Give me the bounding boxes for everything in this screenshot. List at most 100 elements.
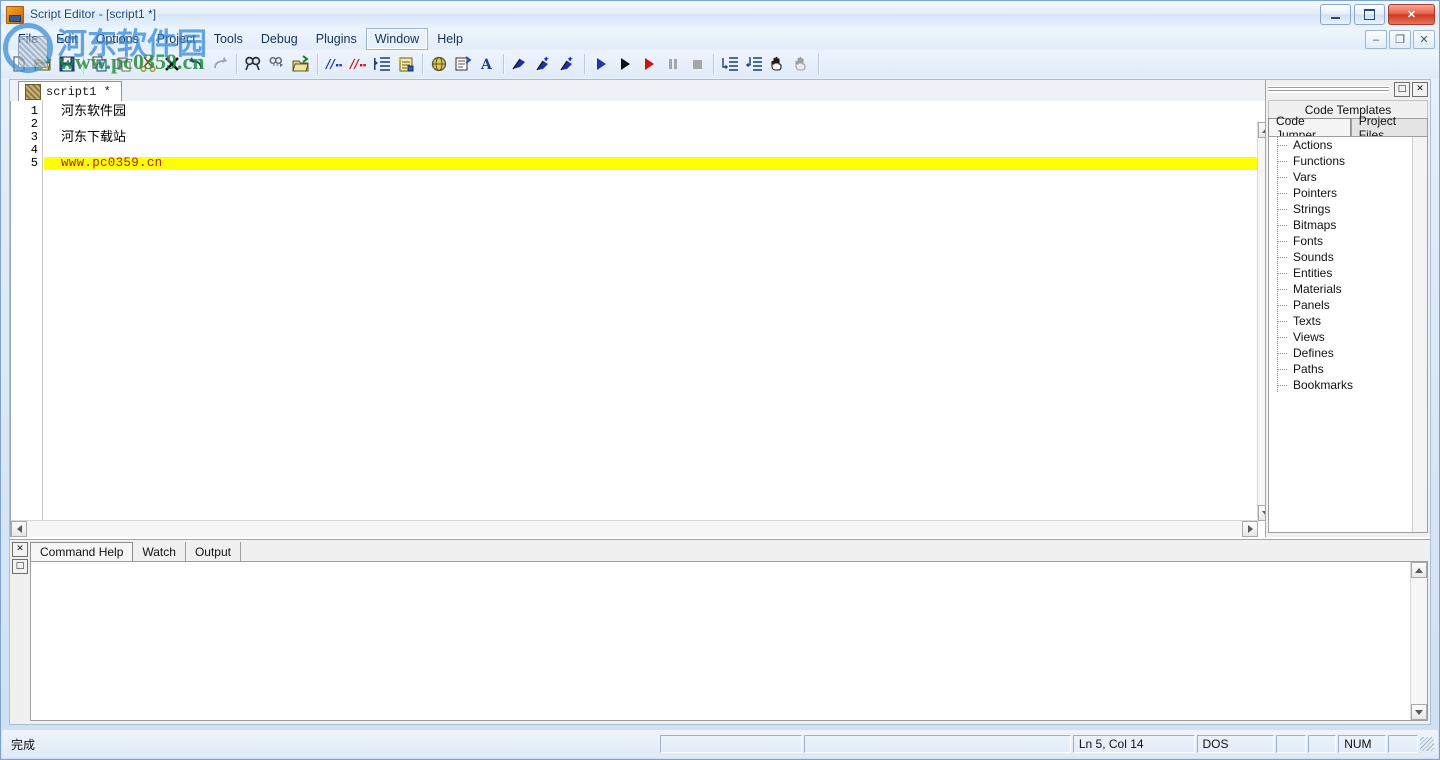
mdi-client-area: script1 * 1 2 3 4 5 河东软件园 河东下载站 www.pc03… (9, 79, 1431, 725)
tree-item-strings[interactable]: Strings (1269, 201, 1427, 217)
run-debug-icon[interactable] (637, 52, 661, 76)
menu-debug[interactable]: Debug (252, 28, 307, 50)
hand-disabled-icon[interactable] (790, 52, 814, 76)
stop-icon[interactable] (685, 52, 709, 76)
dock-grip-bar[interactable]: □ ✕ (1268, 81, 1428, 97)
bottom-scroll-up-button[interactable] (1411, 562, 1427, 578)
redo-icon[interactable] (208, 52, 232, 76)
bookmark-prev-icon[interactable] (556, 52, 580, 76)
comment-block-icon[interactable]: // (322, 52, 346, 76)
tab-command-help[interactable]: Command Help (30, 542, 134, 561)
tree-item-bitmaps[interactable]: Bitmaps (1269, 217, 1427, 233)
open-file-icon[interactable] (31, 52, 55, 76)
code-line: 河东软件园 (61, 104, 127, 119)
title-bar: Script Editor - [script1 *] ✕ (1, 1, 1439, 27)
bottom-dock-maximize-button[interactable]: □ (12, 559, 28, 574)
close-button[interactable]: ✕ (1388, 4, 1435, 25)
indent-icon[interactable] (370, 52, 394, 76)
menu-window[interactable]: Window (365, 28, 429, 50)
undo-icon[interactable] (184, 52, 208, 76)
tree-item-vars[interactable]: Vars (1269, 169, 1427, 185)
minimize-button[interactable] (1320, 4, 1351, 25)
status-bar: 完成 Ln 5, Col 14 DOS NUM (2, 730, 1438, 758)
tree-item-pointers[interactable]: Pointers (1269, 185, 1427, 201)
bottom-panel-vertical-scrollbar[interactable] (1410, 562, 1427, 720)
globe-publish-icon[interactable] (427, 52, 451, 76)
open-include-icon[interactable] (289, 52, 313, 76)
bookmark-next-icon[interactable] (532, 52, 556, 76)
tree-item-sounds[interactable]: Sounds (1269, 249, 1427, 265)
scroll-right-button[interactable] (1242, 521, 1258, 537)
mdi-minimize-button[interactable]: – (1365, 30, 1387, 49)
new-file-icon[interactable] (7, 52, 31, 76)
menu-tools[interactable]: Tools (205, 28, 252, 50)
tab-code-jumper[interactable]: Code Jumper (1268, 114, 1351, 142)
run-icon[interactable] (589, 52, 613, 76)
font-icon[interactable]: A (475, 52, 499, 76)
menu-file[interactable]: File (9, 28, 47, 50)
step-over-icon[interactable] (742, 52, 766, 76)
tree-item-fonts[interactable]: Fonts (1269, 233, 1427, 249)
dock-float-button[interactable]: □ (1394, 81, 1410, 97)
menu-plugins[interactable]: Plugins (307, 28, 366, 50)
code-text-area[interactable]: 河东软件园 河东下载站 www.pc0359.cn (44, 101, 1274, 537)
menu-options[interactable]: Options (87, 28, 148, 50)
grip-handle[interactable] (1268, 85, 1389, 93)
tab-watch[interactable]: Watch (133, 542, 186, 561)
maximize-button[interactable] (1354, 4, 1385, 25)
bookmark-toggle-icon[interactable] (508, 52, 532, 76)
tree-item-functions[interactable]: Functions (1269, 153, 1427, 169)
command-help-content[interactable] (30, 561, 1428, 721)
hand-grab-icon[interactable] (766, 52, 790, 76)
copy-icon[interactable] (88, 52, 112, 76)
dock-tab-row: Code Jumper Project Files (1268, 114, 1428, 142)
bottom-dock-close-button[interactable]: ✕ (12, 542, 28, 557)
menu-project[interactable]: Project (148, 28, 205, 50)
mdi-restore-button[interactable]: ❐ (1389, 30, 1411, 49)
pause-icon[interactable] (661, 52, 685, 76)
menu-edit[interactable]: Edit (47, 28, 87, 50)
paste-icon[interactable] (112, 52, 136, 76)
save-file-icon[interactable] (55, 52, 79, 76)
editor-document-frame: script1 * 1 2 3 4 5 河东软件园 河东下载站 www.pc03… (10, 80, 1275, 537)
tree-vertical-scrollbar[interactable] (1412, 137, 1427, 532)
bottom-scroll-down-button[interactable] (1411, 704, 1427, 720)
code-jumper-tree[interactable]: Actions Functions Vars Pointers Strings … (1268, 136, 1428, 533)
tree-item-views[interactable]: Views (1269, 329, 1427, 345)
chevron-left-icon (16, 525, 22, 533)
document-tab-label: script1 * (46, 85, 111, 99)
tree-item-bookmarks[interactable]: Bookmarks (1269, 377, 1427, 393)
right-dock-panel: □ ✕ Code Templates Code Jumper Project F… (1265, 80, 1430, 537)
tree-item-materials[interactable]: Materials (1269, 281, 1427, 297)
tab-output[interactable]: Output (185, 542, 241, 561)
properties-icon[interactable] (451, 52, 475, 76)
tree-item-texts[interactable]: Texts (1269, 313, 1427, 329)
find-next-icon[interactable] (265, 52, 289, 76)
cut-icon[interactable] (136, 52, 160, 76)
editor-horizontal-scrollbar[interactable] (11, 520, 1258, 537)
tree-item-entities[interactable]: Entities (1269, 265, 1427, 281)
dock-close-button[interactable]: ✕ (1412, 81, 1428, 97)
mdi-child-controls: – ❐ ✕ (1365, 30, 1435, 49)
step-into-icon[interactable] (718, 52, 742, 76)
uncomment-block-icon[interactable]: // (346, 52, 370, 76)
chevron-up-icon (1415, 567, 1423, 573)
code-editor[interactable]: 1 2 3 4 5 河东软件园 河东下载站 www.pc0359.cn (10, 101, 1275, 537)
tab-project-files[interactable]: Project Files (1350, 114, 1428, 142)
delete-icon[interactable] (160, 52, 184, 76)
tree-item-defines[interactable]: Defines (1269, 345, 1427, 361)
toolbar-separator (503, 54, 504, 74)
resize-grip-icon[interactable] (1420, 737, 1434, 751)
tree-item-paths[interactable]: Paths (1269, 361, 1427, 377)
find-icon[interactable] (241, 52, 265, 76)
new-script-icon[interactable] (394, 52, 418, 76)
scroll-left-button[interactable] (11, 521, 27, 537)
tree-item-actions[interactable]: Actions (1269, 137, 1427, 153)
document-tab-script1[interactable]: script1 * (18, 81, 122, 102)
run-step-icon[interactable] (613, 52, 637, 76)
mdi-close-button[interactable]: ✕ (1413, 30, 1435, 49)
menu-help[interactable]: Help (428, 28, 472, 50)
line-number-gutter: 1 2 3 4 5 (11, 101, 43, 537)
tree-item-panels[interactable]: Panels (1269, 297, 1427, 313)
